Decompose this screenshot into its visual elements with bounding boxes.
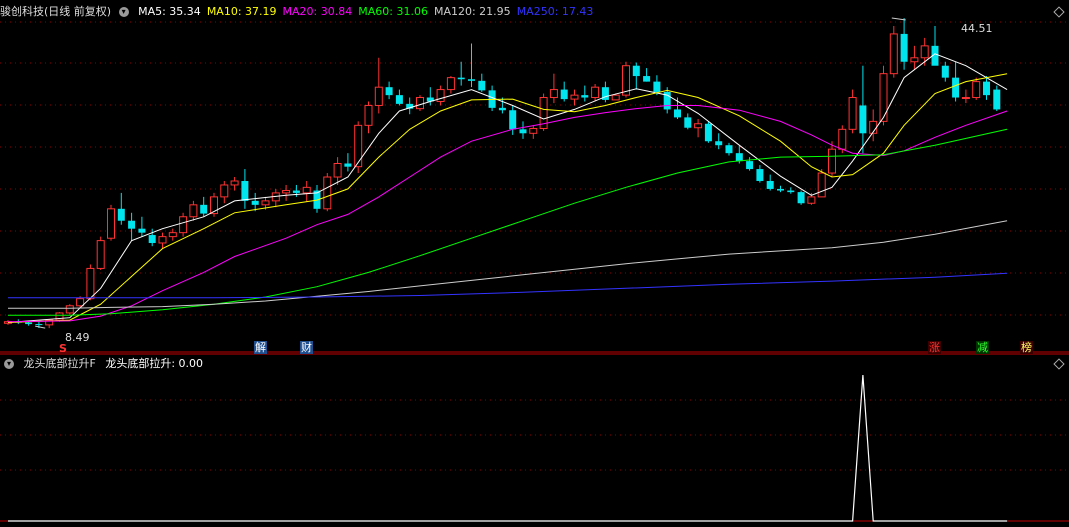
candle-body: [76, 298, 85, 307]
candle-body: [952, 77, 960, 98]
candle-body: [107, 208, 115, 239]
candle-body: [684, 117, 692, 128]
candle-body: [468, 79, 475, 81]
candle-body: [972, 81, 981, 99]
candle-body: [282, 190, 291, 194]
candle-body: [117, 208, 125, 221]
candle-body: [138, 228, 146, 233]
event-tag-limit-up[interactable]: 涨: [928, 341, 941, 354]
candle-body: [643, 76, 651, 82]
candle-body: [529, 128, 538, 134]
candle-body: [889, 33, 898, 75]
candle-body: [25, 322, 33, 325]
candle-body: [674, 109, 681, 118]
candle-body: [591, 86, 600, 99]
candle-body: [900, 33, 908, 62]
candle-body: [725, 145, 733, 154]
candle-body: [35, 324, 43, 326]
candle-body: [611, 94, 620, 101]
candle-body: [879, 73, 888, 122]
ma-line-ma60: [8, 128, 1008, 316]
candle-body: [581, 95, 589, 98]
candle-body: [653, 81, 661, 92]
event-tag-report[interactable]: 财: [300, 341, 313, 354]
candle-body: [498, 107, 506, 111]
candle-body: [704, 123, 712, 142]
candle-body: [735, 153, 743, 162]
event-tag-rank[interactable]: 榜: [1020, 341, 1033, 354]
event-tag-reduce[interactable]: 减: [976, 341, 989, 354]
candle-body: [189, 204, 198, 218]
candle-body: [457, 77, 465, 80]
candle-body: [993, 89, 1001, 110]
candle-body: [777, 188, 784, 191]
candle-body: [230, 180, 239, 186]
low-price-label: 8.49: [65, 331, 90, 344]
candle-body: [715, 141, 723, 146]
candle-body: [694, 123, 703, 129]
candle-body: [344, 163, 352, 167]
candle-body: [787, 190, 795, 193]
candle-body: [241, 180, 249, 201]
candle-body: [128, 220, 136, 229]
candle-body: [549, 89, 558, 99]
candle-body: [333, 162, 342, 178]
candle-body: [961, 97, 970, 100]
candle-body: [395, 95, 403, 104]
candle-body: [983, 81, 990, 96]
candle-body: [65, 305, 74, 314]
candle-body: [920, 45, 929, 59]
candle-body: [261, 200, 270, 206]
candle-body: [200, 204, 208, 214]
candle-body: [941, 65, 949, 78]
candle-body: [560, 89, 568, 100]
ma-line-ma20: [7, 105, 1008, 323]
candle-body: [478, 80, 486, 91]
candle-body: [220, 184, 229, 198]
candle-body: [797, 192, 805, 204]
candle-body: [519, 129, 527, 134]
candle-body: [302, 186, 311, 194]
candle-body: [385, 87, 393, 96]
ma-line-ma120: [8, 220, 1008, 309]
candle-body: [766, 180, 774, 189]
event-tag-unlock[interactable]: 解: [254, 341, 267, 354]
ma-line-ma5: [7, 53, 1008, 323]
candle-body: [807, 196, 816, 204]
candle-body: [446, 77, 455, 91]
candle-body: [838, 128, 847, 150]
candle-body: [632, 65, 640, 77]
stock-chart: [0, 17, 1069, 522]
candle-body: [817, 172, 826, 198]
candle-body: [756, 169, 764, 181]
candle-body: [292, 190, 300, 193]
high-price-label: 44.51: [961, 22, 993, 35]
candle-body: [148, 235, 156, 243]
candle-body: [168, 232, 177, 238]
candle-body: [323, 176, 332, 210]
candle-body: [570, 94, 579, 100]
candle-body: [848, 97, 857, 130]
candle-body: [354, 124, 363, 168]
candle-body: [746, 161, 754, 170]
candle-body: [509, 110, 517, 130]
candle-body: [158, 236, 167, 244]
candle-body: [86, 267, 95, 300]
candle-body: [416, 97, 424, 110]
candle-body: [179, 216, 188, 234]
candle-body: [364, 104, 373, 126]
candle-body: [859, 105, 867, 134]
ma-line-ma10: [7, 73, 1008, 323]
candle-body: [251, 200, 259, 205]
candle-body: [828, 148, 836, 174]
low-marker: [35, 325, 46, 329]
indicator-line: [8, 374, 1008, 522]
candle-body: [96, 240, 105, 269]
candle-body: [910, 57, 919, 63]
candle-body: [374, 86, 383, 106]
